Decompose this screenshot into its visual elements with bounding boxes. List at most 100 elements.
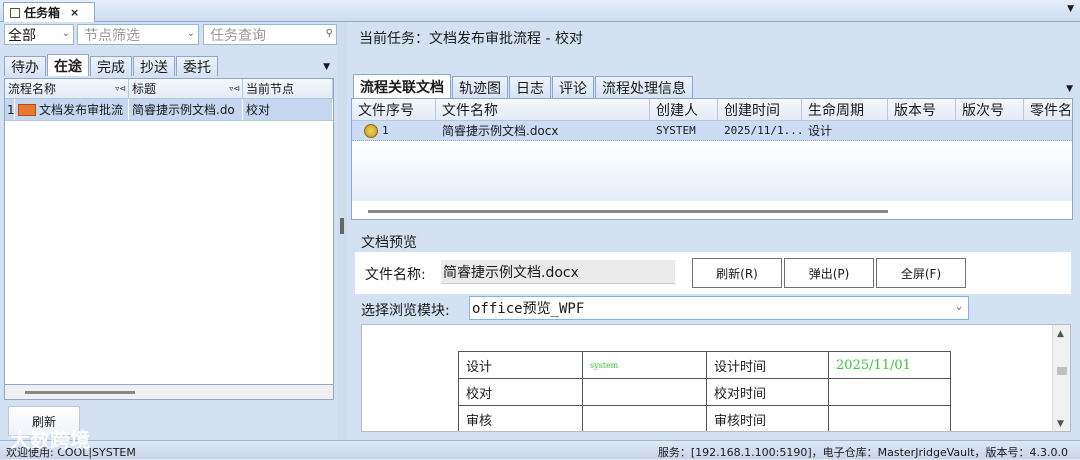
column-header-part[interactable]: 零件名 — [1024, 99, 1072, 120]
doc-cell: 设计时间 — [706, 351, 829, 379]
task-grid-scrollbar[interactable] — [4, 384, 334, 400]
row-version-cell — [888, 121, 956, 140]
node-filter-placeholder: 节点筛选 — [84, 27, 140, 44]
task-grid-header: 流程名称 ▿⊲ 标题 ▿⊲ 当前节点 — [5, 79, 333, 99]
tab-comments[interactable]: 评论 — [552, 76, 594, 98]
chevron-down-icon[interactable]: ▼ — [1067, 4, 1074, 14]
row-process-text: 文档发布审批流 — [39, 103, 124, 117]
row-process-cell: 文档发布审批流 — [15, 99, 129, 120]
table-row[interactable]: 1 文档发布审批流 简睿捷示例文档.do 校对 — [5, 99, 333, 121]
filter-icon[interactable]: ▿⊲ — [229, 84, 240, 93]
file-grid-scrollbar[interactable] — [352, 201, 1072, 219]
doc-cell: 校对时间 — [706, 378, 829, 406]
scrollbar-thumb[interactable] — [368, 210, 888, 213]
column-header-creator[interactable]: 创建人 — [650, 99, 718, 120]
tab-in-progress[interactable]: 在途 — [47, 54, 89, 76]
left-panel: 全部 ⌄ 节点筛选 ⌄ 任务查询 ⚲ 待办 在途 完成 抄送 委托 ▼ 流程名称… — [0, 22, 337, 440]
right-panel: 当前任务：文档发布审批流程 - 校对 流程关联文档 轨迹图 日志 评论 流程处理… — [347, 22, 1080, 440]
task-box-icon — [10, 7, 20, 18]
close-icon[interactable]: × — [70, 6, 79, 19]
row-name-cell: 简睿捷示例文档.docx — [442, 124, 559, 138]
detail-tabs: 流程关联文档 轨迹图 日志 评论 流程处理信息 ▼ — [353, 74, 1075, 98]
column-header-name[interactable]: 文件名称 — [436, 99, 650, 120]
tab-delegate[interactable]: 委托 — [176, 56, 218, 76]
search-icon[interactable]: ⚲ — [326, 28, 333, 39]
fullscreen-button[interactable]: 全屏(F) — [876, 258, 966, 288]
panel-splitter[interactable] — [337, 22, 347, 440]
file-grid-empty-area — [352, 143, 1072, 201]
tab-cc[interactable]: 抄送 — [133, 56, 175, 76]
tab-todo[interactable]: 待办 — [4, 56, 46, 76]
node-filter-select[interactable]: 节点筛选 ⌄ — [77, 24, 199, 45]
column-header-label: 当前节点 — [246, 82, 295, 96]
table-row[interactable]: 1 简睿捷示例文档.docx SYSTEM 2025/11/1... 设计 — [352, 121, 1072, 141]
filter-icon[interactable]: ▿⊲ — [115, 84, 126, 93]
row-title-cell: 简睿捷示例文档.do — [129, 99, 243, 120]
tab-task-box-label: 任务箱 — [24, 6, 61, 20]
column-header-title[interactable]: 标题 ▿⊲ — [129, 79, 243, 98]
row-lifecycle-cell: 设计 — [808, 124, 833, 138]
scroll-down-icon[interactable]: ▼ — [1057, 419, 1064, 429]
module-select-value: office预览_WPF — [472, 301, 585, 317]
doc-cell: 设计 — [458, 351, 583, 379]
row-revision-cell — [956, 121, 1024, 140]
task-search-placeholder: 任务查询 — [210, 27, 266, 44]
tab-related-docs[interactable]: 流程关联文档 — [353, 74, 451, 98]
tab-task-box[interactable]: 任务箱 × — [3, 2, 95, 22]
document-scrollbar[interactable]: ▲ ▼ — [1052, 325, 1070, 431]
refresh-preview-button[interactable]: 刷新(R) — [692, 258, 782, 288]
chevron-down-icon[interactable]: ▼ — [323, 62, 330, 72]
task-grid: 流程名称 ▿⊲ 标题 ▿⊲ 当前节点 1 文档发布审批流 简睿捷示例文档.do 校对 — [4, 78, 334, 398]
doc-cell — [582, 378, 707, 406]
task-search-input[interactable]: 任务查询 ⚲ — [203, 24, 337, 45]
task-status-tabs: 待办 在途 完成 抄送 委托 ▼ — [4, 54, 334, 76]
status-bar: 欢迎使用: COOL|SYSTEM 服务：[192.168.1.100:5190… — [0, 440, 1080, 459]
scroll-up-icon[interactable]: ▲ — [1057, 329, 1064, 339]
file-grid: 文件序号 文件名称 创建人 创建时间 生命周期 版本号 版次号 零件名 1 简睿… — [351, 98, 1073, 220]
tab-process-info[interactable]: 流程处理信息 — [595, 76, 693, 98]
tab-done[interactable]: 完成 — [90, 56, 132, 76]
column-header-created[interactable]: 创建时间 — [718, 99, 802, 120]
column-header-label: 流程名称 — [8, 82, 57, 96]
scope-select[interactable]: 全部 ⌄ — [4, 24, 74, 45]
row-node-cell: 校对 — [243, 99, 333, 120]
column-header-seq[interactable]: 文件序号 — [352, 99, 436, 120]
top-tab-bar: 任务箱 × ▼ — [0, 0, 1080, 22]
current-task-title: 当前任务：文档发布审批流程 - 校对 — [359, 31, 583, 47]
column-header-label: 标题 — [132, 82, 157, 96]
filename-field[interactable]: 简睿捷示例文档.docx — [441, 260, 675, 284]
status-server-info: 服务：[192.168.1.100:5190]，电子仓库：MasterJridg… — [657, 446, 1068, 459]
row-creator-cell: SYSTEM — [656, 124, 696, 137]
doc-table-row: 审核 审核时间 — [458, 405, 951, 431]
tab-trace-graph[interactable]: 轨迹图 — [452, 76, 508, 98]
doc-cell — [828, 405, 951, 431]
filter-bar: 全部 ⌄ 节点筛选 ⌄ 任务查询 ⚲ — [4, 24, 337, 46]
tab-log[interactable]: 日志 — [509, 76, 551, 98]
row-seq-cell: 1 — [352, 121, 436, 140]
doc-cell: 审核时间 — [706, 405, 829, 431]
doc-cell: 审核 — [458, 405, 583, 431]
chevron-down-icon[interactable]: ⌄ — [62, 28, 70, 39]
popup-button[interactable]: 弹出(P) — [784, 258, 874, 288]
splitter-grip[interactable] — [340, 218, 344, 234]
column-header-lifecycle[interactable]: 生命周期 — [802, 99, 888, 120]
chevron-down-icon[interactable]: ▼ — [1066, 84, 1073, 94]
doc-table-row: 设计 system 设计时间 2025/11/01 — [458, 351, 951, 379]
chevron-down-icon[interactable]: ⌄ — [187, 28, 195, 39]
column-header-node[interactable]: 当前节点 — [243, 79, 333, 98]
module-select[interactable]: office预览_WPF ⌄ — [469, 296, 969, 320]
filename-label: 文件名称: — [365, 267, 426, 283]
watermark-logo: 大数跨境 — [10, 428, 90, 452]
column-header-process[interactable]: 流程名称 ▿⊲ — [5, 79, 129, 98]
preview-section-title: 文档预览 — [361, 235, 417, 251]
doc-cell — [828, 378, 951, 406]
scrollbar-thumb[interactable] — [25, 391, 135, 394]
app-window: 任务箱 × ▼ 全部 ⌄ 节点筛选 ⌄ 任务查询 ⚲ 待办 在途 完成 抄送 委… — [0, 0, 1080, 459]
scrollbar-thumb[interactable] — [1057, 367, 1067, 375]
doc-cell: system — [582, 351, 707, 379]
chevron-down-icon[interactable]: ⌄ — [956, 301, 962, 312]
column-header-revision[interactable]: 版次号 — [956, 99, 1024, 120]
scope-select-value: 全部 — [8, 27, 36, 44]
mail-icon — [18, 103, 36, 116]
column-header-version[interactable]: 版本号 — [888, 99, 956, 120]
